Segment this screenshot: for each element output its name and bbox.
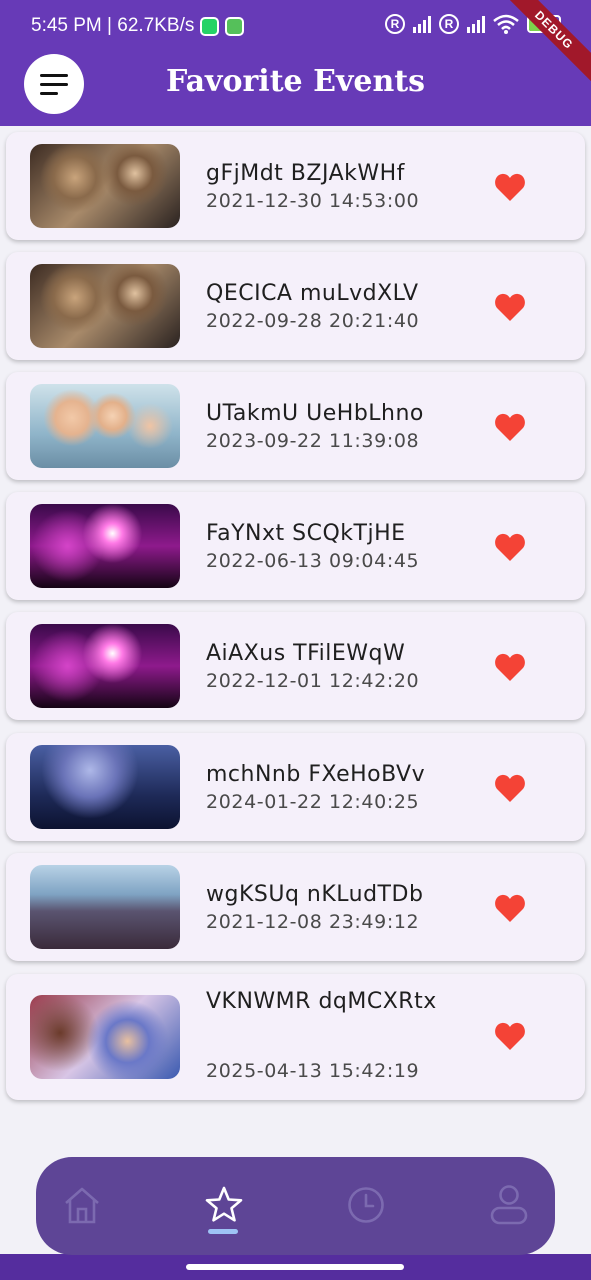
nav-home-button[interactable]	[58, 1181, 106, 1229]
signal-icon	[413, 15, 431, 33]
event-card[interactable]: QECICA muLvdXLV 2022-09-28 20:21:40	[6, 252, 585, 360]
favorite-heart-icon[interactable]	[494, 530, 526, 564]
event-name: QECICA muLvdXLV	[206, 281, 419, 306]
nav-history-button[interactable]	[342, 1181, 390, 1229]
status-bar: 5:45 PM | 62.7KB/s R R	[0, 0, 591, 52]
favorite-heart-icon[interactable]	[494, 771, 526, 805]
favorite-heart-icon[interactable]	[494, 650, 526, 684]
favorite-heart-icon[interactable]	[494, 891, 526, 925]
event-thumbnail	[30, 504, 180, 588]
event-thumbnail	[30, 144, 180, 228]
favorite-heart-icon[interactable]	[494, 410, 526, 444]
event-date: 2023-09-22 11:39:08	[206, 430, 420, 452]
event-name: AiAXus TFilEWqW	[206, 641, 406, 666]
status-left: 5:45 PM | 62.7KB/s	[31, 15, 245, 37]
event-name: wgKSUq nKLudTDb	[206, 882, 424, 907]
event-name: FaYNxt SCQkTjHE	[206, 521, 406, 546]
app-bar: 5:45 PM | 62.7KB/s R R DEBUG Favorite Ev…	[0, 0, 591, 126]
event-thumbnail	[30, 995, 180, 1079]
event-date: 2021-12-08 23:49:12	[206, 911, 420, 933]
nav-selected-indicator	[208, 1229, 238, 1234]
notification-app-icon	[225, 16, 245, 36]
favorite-heart-icon[interactable]	[494, 1019, 526, 1053]
event-date: 2022-09-28 20:21:40	[206, 310, 420, 332]
favorite-heart-icon[interactable]	[494, 170, 526, 204]
event-name: VKNWMR dqMCXRtx	[206, 989, 437, 1014]
event-thumbnail	[30, 624, 180, 708]
event-date: 2024-01-22 12:40:25	[206, 791, 420, 813]
bottom-navigation	[36, 1157, 555, 1255]
profile-icon	[490, 1185, 528, 1225]
whatsapp-icon	[200, 16, 220, 36]
favorite-heart-icon[interactable]	[494, 290, 526, 324]
home-gesture-bar[interactable]	[186, 1264, 404, 1270]
event-date: 2021-12-30 14:53:00	[206, 190, 420, 212]
event-date: 2022-06-13 09:04:45	[206, 550, 420, 572]
event-thumbnail	[30, 264, 180, 348]
nav-favorites-button[interactable]	[200, 1181, 248, 1229]
event-thumbnail	[30, 384, 180, 468]
event-thumbnail	[30, 745, 180, 829]
event-date: 2022-12-01 12:42:20	[206, 670, 420, 692]
event-name: gFjMdt BZJAkWHf	[206, 161, 405, 186]
event-card[interactable]: AiAXus TFilEWqW 2022-12-01 12:42:20	[6, 612, 585, 720]
event-name: mchNnb FXeHoBVv	[206, 762, 426, 787]
wifi-icon	[493, 14, 519, 34]
event-card[interactable]: gFjMdt BZJAkWHf 2021-12-30 14:53:00	[6, 132, 585, 240]
event-card[interactable]: mchNnb FXeHoBVv 2024-01-22 12:40:25	[6, 733, 585, 841]
home-icon	[65, 1187, 99, 1224]
star-icon	[205, 1186, 243, 1222]
event-card[interactable]: FaYNxt SCQkTjHE 2022-06-13 09:04:45	[6, 492, 585, 600]
event-card[interactable]: UTakmU UeHbLhno 2023-09-22 11:39:08	[6, 372, 585, 480]
event-name: UTakmU UeHbLhno	[206, 401, 424, 426]
status-time-speed: 5:45 PM | 62.7KB/s	[31, 15, 195, 36]
event-card[interactable]: VKNWMR dqMCXRtx 2025-04-13 15:42:19	[6, 974, 585, 1100]
nav-profile-button[interactable]	[485, 1181, 533, 1229]
clock-icon	[348, 1187, 384, 1223]
event-thumbnail	[30, 865, 180, 949]
page-title: Favorite Events	[165, 64, 426, 99]
event-date: 2025-04-13 15:42:19	[206, 1060, 420, 1082]
event-card[interactable]: wgKSUq nKLudTDb 2021-12-08 23:49:12	[6, 853, 585, 961]
registered-icon: R	[439, 14, 459, 34]
registered-icon: R	[385, 14, 405, 34]
signal-icon	[467, 15, 485, 33]
